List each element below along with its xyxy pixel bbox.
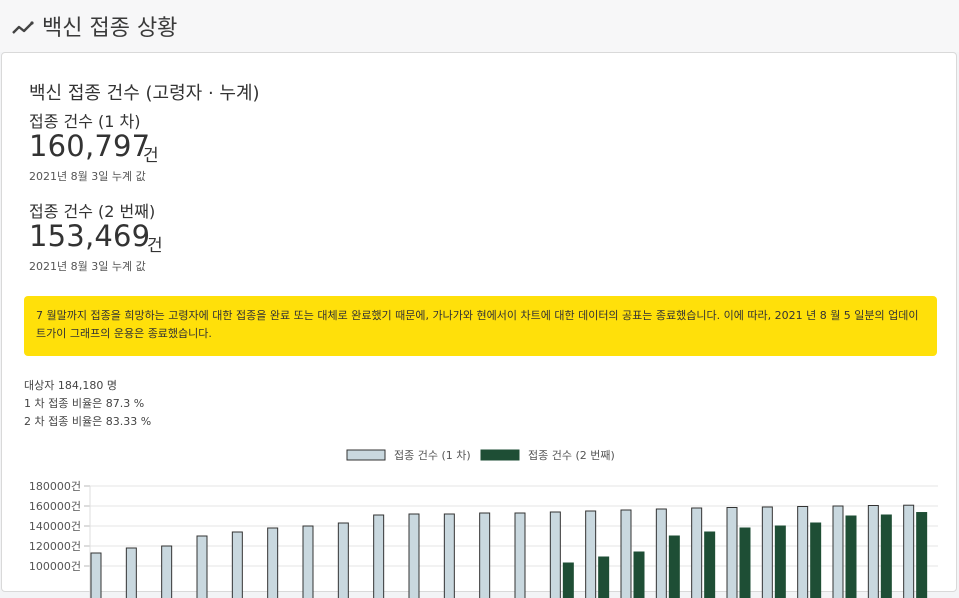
- vaccination-card: 백신 접종 건수 (고령자 · 누계) 접종 건수 (1 차) 160,797 …: [1, 52, 957, 592]
- bar-dose1: [762, 507, 772, 598]
- card-title: 백신 접종 건수 (고령자 · 누계): [29, 79, 260, 105]
- dose1-unit: 건: [143, 141, 159, 166]
- y-tick-label: 140000건: [29, 520, 81, 533]
- dose1-note: 2021년 8월 3일 누계 값: [29, 168, 146, 184]
- bar-dose2: [881, 515, 891, 598]
- dose2-value: 153,469: [29, 219, 150, 253]
- bar-dose1: [550, 512, 560, 598]
- bar-dose1: [303, 526, 313, 598]
- bar-dose1: [727, 508, 737, 598]
- page-title: 백신 접종 상황: [42, 10, 177, 42]
- bar-dose1: [444, 514, 454, 598]
- bar-dose2: [599, 557, 609, 598]
- dose2-note: 2021년 8월 3일 누계 값: [29, 258, 146, 274]
- bar-dose1: [374, 515, 384, 598]
- bar-dose1: [621, 510, 631, 598]
- y-tick-label: 100000건: [29, 560, 81, 573]
- bar-dose1: [409, 514, 419, 598]
- bar-dose2: [669, 536, 679, 598]
- bar-dose1: [126, 548, 136, 598]
- bar-dose1: [586, 511, 596, 598]
- y-axis: 180000건 160000건 140000건 120000건 100000건: [29, 480, 90, 598]
- bar-dose2: [634, 552, 644, 598]
- bar-dose1: [833, 506, 843, 598]
- dose1-value: 160,797: [29, 129, 150, 163]
- chart-bars: [91, 505, 927, 598]
- legend-label-dose2: 접종 건수 (2 번째): [528, 449, 615, 462]
- bar-dose1: [798, 507, 808, 598]
- legend-swatch-dose2: [481, 450, 519, 460]
- chart-legend: 접종 건수 (1 차) 접종 건수 (2 번째): [347, 449, 615, 462]
- bar-dose2: [563, 563, 573, 598]
- trending-line-icon: [12, 18, 36, 38]
- y-tick-label: 120000건: [29, 540, 81, 553]
- bar-dose1: [692, 508, 702, 598]
- summary-rate1: 1 차 접종 비율은 87.3 %: [24, 395, 144, 411]
- bar-dose1: [268, 528, 278, 598]
- page-header: 백신 접종 상황: [0, 0, 959, 52]
- notice-banner: 7 월말까지 접종을 희망하는 고령자에 대한 접종을 완료 또는 대체로 완료…: [24, 296, 937, 356]
- bar-dose2: [811, 523, 821, 598]
- bar-dose1: [656, 509, 666, 598]
- bar-dose2: [846, 516, 856, 598]
- bar-dose2: [740, 528, 750, 598]
- bar-dose1: [904, 505, 914, 598]
- dose2-unit: 건: [147, 231, 163, 256]
- bar-dose2: [775, 526, 785, 598]
- y-tick-label: 180000건: [29, 480, 81, 493]
- bar-dose1: [162, 546, 172, 598]
- bar-dose1: [480, 513, 490, 598]
- bar-dose1: [232, 532, 242, 598]
- summary-target: 대상자 184,180 명: [24, 377, 117, 393]
- bar-dose2: [917, 513, 927, 598]
- legend-swatch-dose1: [347, 450, 385, 460]
- bar-dose1: [197, 536, 207, 598]
- bar-dose1: [515, 513, 525, 598]
- legend-label-dose1: 접종 건수 (1 차): [394, 449, 471, 462]
- bar-dose2: [705, 532, 715, 598]
- bar-dose1: [868, 506, 878, 598]
- vaccination-bar-chart: 접종 건수 (1 차) 접종 건수 (2 번째) 180000건160000건1…: [2, 438, 956, 598]
- bar-dose1: [91, 553, 101, 598]
- y-tick-label: 160000건: [29, 500, 81, 513]
- summary-rate2: 2 차 접종 비율은 83.33 %: [24, 413, 151, 429]
- bar-dose1: [338, 523, 348, 598]
